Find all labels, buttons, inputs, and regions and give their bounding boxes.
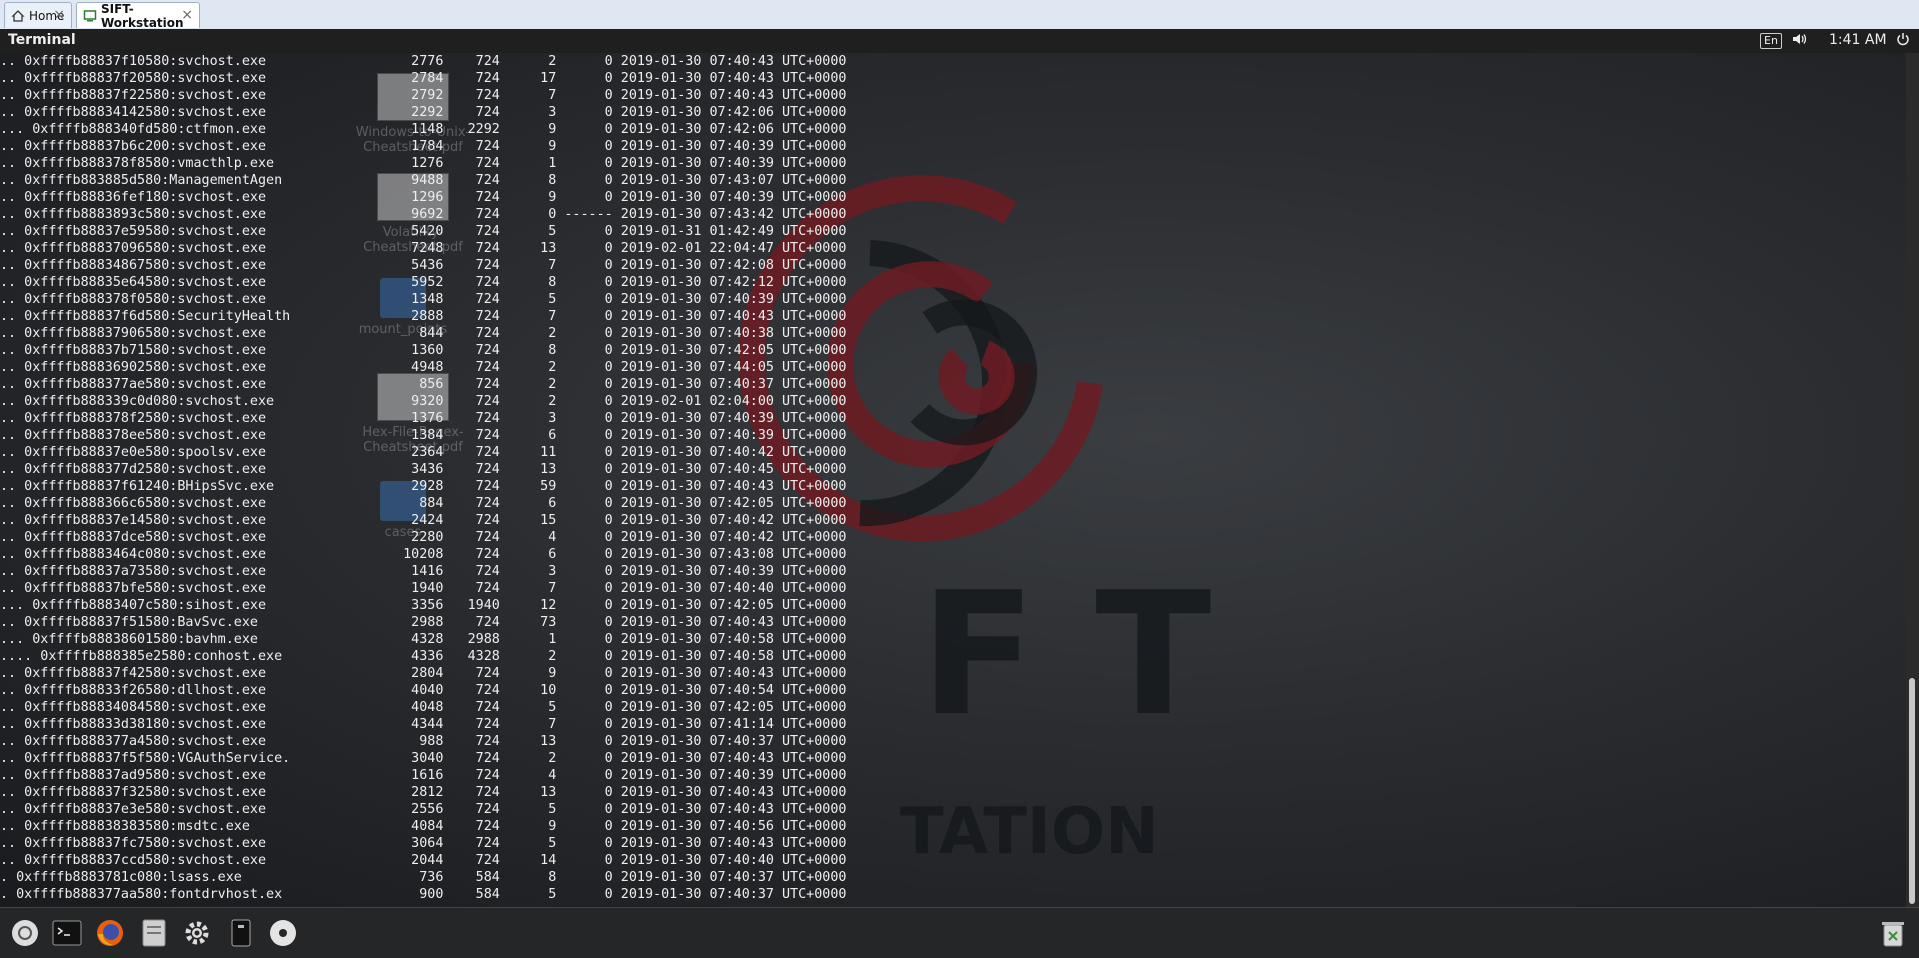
terminal-line: .. 0xffffb88837f20580:svchost.exe 2784 7…: [0, 71, 847, 86]
terminal-line: .. 0xffffb88835e64580:svchost.exe 5952 7…: [0, 275, 847, 290]
terminal-line: .. 0xffffb8883893c580:svchost.exe 9692 7…: [0, 207, 847, 222]
terminal-line: .. 0xffffb883885d580:ManagementAgen 9488…: [0, 173, 847, 188]
browser-tab-strip: Home × SIFT-Workstation ×: [0, 0, 1919, 30]
terminal-line: .. 0xffffb888378f0580:svchost.exe 1348 7…: [0, 292, 847, 307]
scrollbar-thumb[interactable]: [1909, 678, 1915, 904]
terminal-line: .. 0xffffb88837f22580:svchost.exe 2792 7…: [0, 88, 847, 103]
terminal-scrollbar[interactable]: [1906, 53, 1919, 907]
terminal-line: .... 0xffffb888385e2580:conhost.exe 4336…: [0, 649, 847, 664]
terminal-line: .. 0xffffb88837e59580:svchost.exe 5420 7…: [0, 224, 847, 239]
terminal-line: ... 0xffffb8883407c580:sihost.exe 3356 1…: [0, 598, 847, 613]
disc-icon[interactable]: [266, 916, 300, 950]
active-app-title: Terminal: [8, 32, 76, 48]
terminal-line: .. 0xffffb88837e0e580:spoolsv.exe 2364 7…: [0, 445, 847, 460]
terminal-line: .. 0xffffb88837ccd580:svchost.exe 2044 7…: [0, 853, 847, 868]
terminal-line: .. 0xffffb888378f8580:vmacthlp.exe 1276 …: [0, 156, 847, 171]
files-icon[interactable]: [137, 916, 171, 950]
terminal-line: .. 0xffffb88837f6d580:SecurityHealth 288…: [0, 309, 847, 324]
terminal-line: ... 0xffffb88838601580:bavhm.exe 4328 29…: [0, 632, 847, 647]
power-icon[interactable]: [1896, 32, 1910, 50]
terminal-line: .. 0xffffb88837a73580:svchost.exe 1416 7…: [0, 564, 847, 579]
terminal-line: .. 0xffffb88838383580:msdtc.exe 4084 724…: [0, 819, 847, 834]
terminal-line: .. 0xffffb88833d38180:svchost.exe 4344 7…: [0, 717, 847, 732]
terminal-line: .. 0xffffb88837ad9580:svchost.exe 1616 7…: [0, 768, 847, 783]
terminal-line: .. 0xffffb88834084580:svchost.exe 4048 7…: [0, 700, 847, 715]
trash-icon[interactable]: [1876, 916, 1910, 950]
terminal-line: .. 0xffffb8883464c080:svchost.exe 10208 …: [0, 547, 847, 562]
terminal-line: .. 0xffffb88837f32580:svchost.exe 2812 7…: [0, 785, 847, 800]
terminal-line: .. 0xffffb888366c6580:svchost.exe 884 72…: [0, 496, 847, 511]
terminal-line: .. 0xffffb888378ee580:svchost.exe 1384 7…: [0, 428, 847, 443]
dock: [0, 907, 1919, 958]
terminal-line: .. 0xffffb88834867580:svchost.exe 5436 7…: [0, 258, 847, 273]
tab-home[interactable]: Home ×: [4, 2, 72, 28]
terminal-line: .. 0xffffb88837f51580:BavSvc.exe 2988 72…: [0, 615, 847, 630]
keyboard-layout-indicator[interactable]: En: [1760, 33, 1782, 49]
terminal-line: .. 0xffffb88837dce580:svchost.exe 2280 7…: [0, 530, 847, 545]
usb-drive-icon[interactable]: [224, 916, 258, 950]
terminal-line: .. 0xffffb88837e14580:svchost.exe 2424 7…: [0, 513, 847, 528]
close-icon[interactable]: ×: [181, 7, 193, 23]
clock[interactable]: 1:41 AM: [1829, 32, 1887, 48]
terminal-line: . 0xffffb8883781c080:lsass.exe 736 584 8…: [0, 870, 847, 885]
terminal-line: .. 0xffffb88837e3e580:svchost.exe 2556 7…: [0, 802, 847, 817]
terminal-line: .. 0xffffb88837f5f580:VGAuthService. 304…: [0, 751, 847, 766]
terminal-line: . 0xffffb888377aa580:fontdrvhost.ex 900 …: [0, 887, 847, 902]
terminal-line: .. 0xffffb88837b6c200:svchost.exe 1784 7…: [0, 139, 847, 154]
terminal-line: .. 0xffffb88837b71580:svchost.exe 1360 7…: [0, 343, 847, 358]
desktop: F T TATION Windows-to-Unix- Cheatsheet.p…: [0, 53, 1919, 907]
terminal-line: .. 0xffffb888377ae580:svchost.exe 856 72…: [0, 377, 847, 392]
dash-home-icon[interactable]: [8, 916, 42, 950]
top-panel: Terminal En 1:41 AM: [0, 29, 1919, 53]
terminal-line: .. 0xffffb888377a4580:svchost.exe 988 72…: [0, 734, 847, 749]
settings-gear-icon[interactable]: [180, 916, 214, 950]
terminal-line: .. 0xffffb888377d2580:svchost.exe 3436 7…: [0, 462, 847, 477]
terminal-line: .. 0xffffb888378f2580:svchost.exe 1376 7…: [0, 411, 847, 426]
terminal-line: .. 0xffffb88837906580:svchost.exe 844 72…: [0, 326, 847, 341]
terminal-line: .. 0xffffb88837096580:svchost.exe 7248 7…: [0, 241, 847, 256]
terminal-line: .. 0xffffb88837f61240:BHipsSvc.exe 2928 …: [0, 479, 847, 494]
terminal-line: .. 0xffffb88836902580:svchost.exe 4948 7…: [0, 360, 847, 375]
terminal-line: .. 0xffffb88837bfe580:svchost.exe 1940 7…: [0, 581, 847, 596]
firefox-icon[interactable]: [93, 916, 127, 950]
vm-icon: [83, 9, 97, 23]
close-icon[interactable]: ×: [53, 7, 65, 23]
terminal-line: .. 0xffffb88837fc7580:svchost.exe 3064 7…: [0, 836, 847, 851]
volume-icon[interactable]: [1792, 32, 1808, 50]
terminal-line: ... 0xffffb888340fd580:ctfmon.exe 1148 2…: [0, 122, 847, 137]
terminal-line: .. 0xffffb88833f26580:dllhost.exe 4040 7…: [0, 683, 847, 698]
terminal-line: .. 0xffffb88837f42580:svchost.exe 2804 7…: [0, 666, 847, 681]
terminal-icon[interactable]: [50, 916, 84, 950]
terminal-line: .. 0xffffb88836fef180:svchost.exe 1296 7…: [0, 190, 847, 205]
terminal-line: .. 0xffffb888339c0d080:svchost.exe 9320 …: [0, 394, 847, 409]
terminal-output[interactable]: .. 0xffffb88837f10580:svchost.exe 2776 7…: [0, 53, 1905, 907]
home-icon: [11, 9, 25, 23]
terminal-line: .. 0xffffb88837f10580:svchost.exe 2776 7…: [0, 54, 847, 69]
terminal-line: .. 0xffffb88834142580:svchost.exe 2292 7…: [0, 105, 847, 120]
tab-sift-workstation[interactable]: SIFT-Workstation ×: [76, 2, 200, 30]
